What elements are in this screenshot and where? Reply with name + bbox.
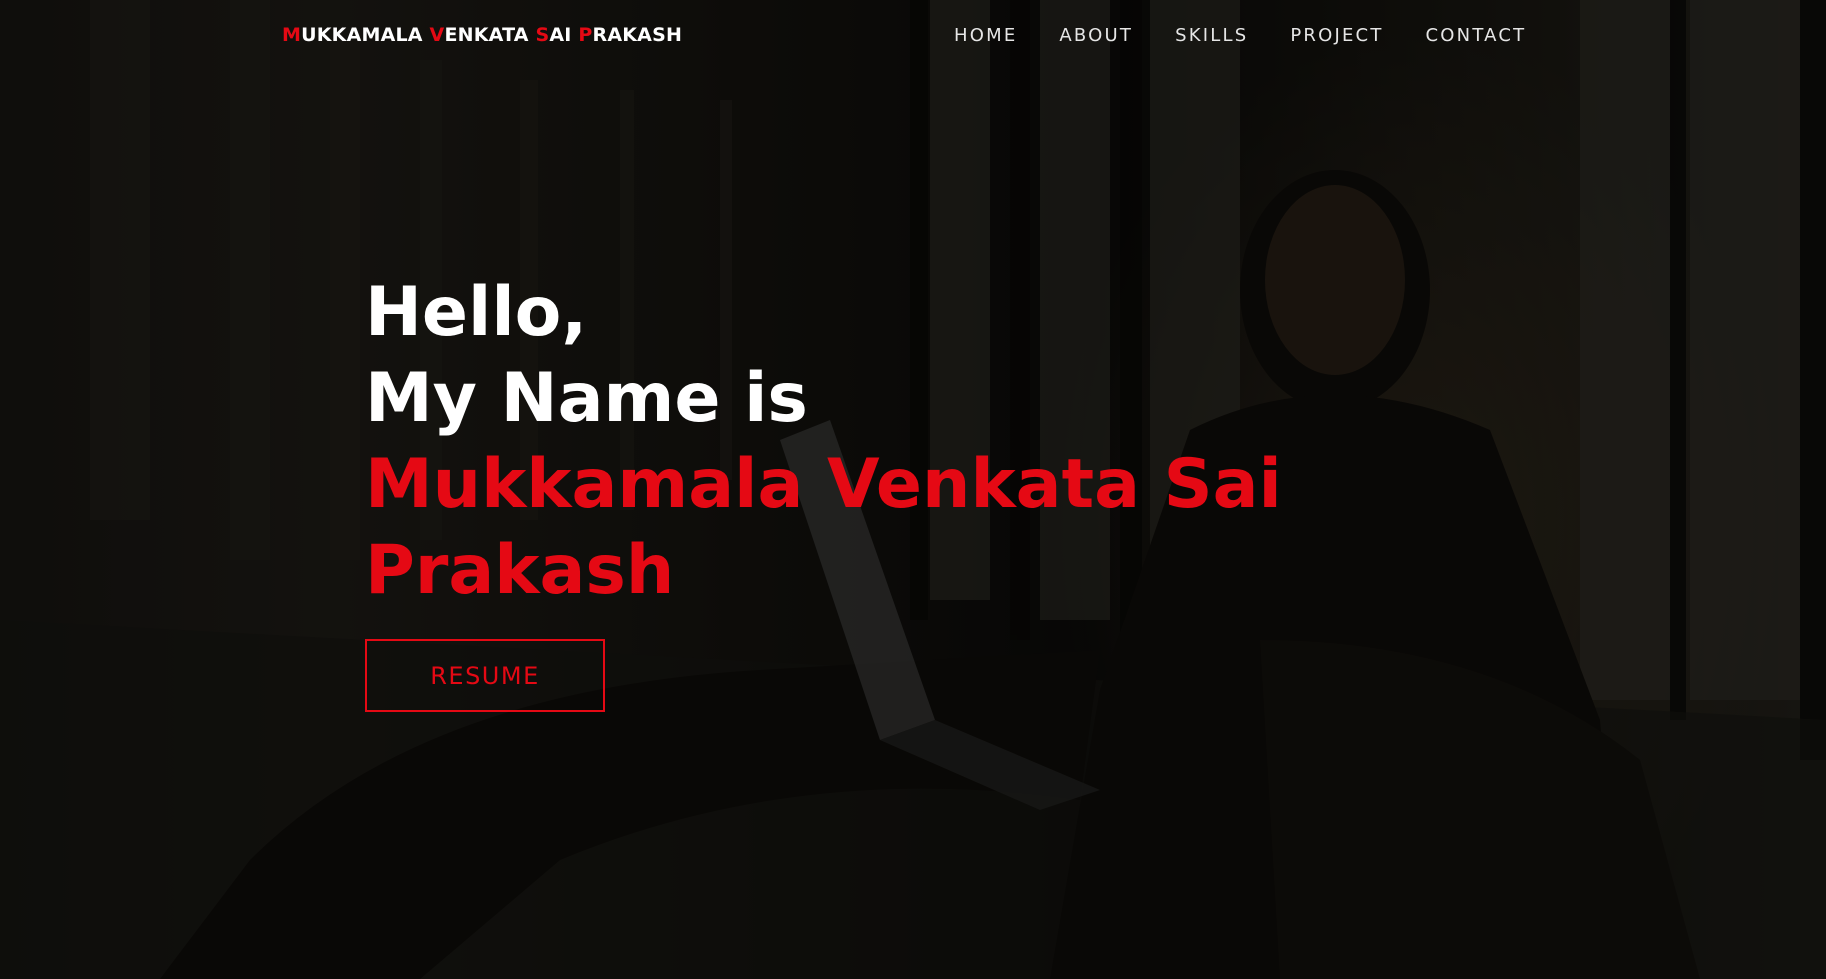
- nav-link-skills[interactable]: SKILLS: [1175, 25, 1248, 46]
- nav-link-project[interactable]: PROJECT: [1290, 25, 1383, 46]
- brand-initial: S: [535, 24, 550, 46]
- brand-logo[interactable]: MUKKAMALA VENKATA SAI PRAKASH: [282, 24, 682, 46]
- greeting-heading: Hello,: [365, 273, 588, 352]
- resume-button[interactable]: RESUME: [365, 639, 605, 712]
- brand-initial: V: [429, 24, 445, 46]
- brand-initial: M: [282, 24, 302, 46]
- nav-link-home[interactable]: HOME: [954, 25, 1017, 46]
- intro-heading: My Name is: [365, 359, 808, 438]
- brand-word: RAKASH: [592, 24, 683, 46]
- brand-initial: P: [578, 24, 593, 46]
- nav-links: HOME ABOUT SKILLS PROJECT CONTACT: [954, 25, 1526, 46]
- hero-section: MUKKAMALA VENKATA SAI PRAKASH HOME ABOUT…: [0, 0, 1826, 979]
- hero-intro: Hello, My Name is Mukkamala Venkata Sai …: [365, 270, 1365, 614]
- navbar: MUKKAMALA VENKATA SAI PRAKASH HOME ABOUT…: [0, 0, 1826, 74]
- nav-link-contact[interactable]: CONTACT: [1426, 25, 1527, 46]
- brand-word: ENKATA: [444, 24, 536, 46]
- name-heading: Mukkamala Venkata Sai Prakash: [365, 445, 1282, 610]
- brand-word: UKKAMALA: [301, 24, 430, 46]
- nav-link-about[interactable]: ABOUT: [1059, 25, 1133, 46]
- brand-word: AI: [549, 24, 579, 46]
